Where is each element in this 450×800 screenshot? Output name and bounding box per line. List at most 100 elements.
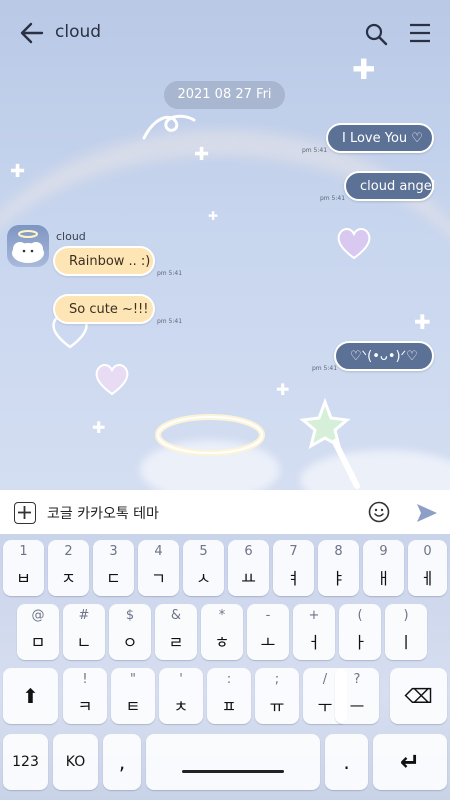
- message-time: pm 5:41: [302, 147, 328, 154]
- key-hint: @: [31, 608, 45, 623]
- enter-icon: ↵: [399, 748, 421, 776]
- key[interactable]: 6ㅛ: [228, 540, 269, 596]
- search-icon[interactable]: [364, 22, 388, 46]
- key[interactable]: 7ㅕ: [273, 540, 314, 596]
- key[interactable]: :ㅍ: [207, 668, 251, 724]
- backspace-key[interactable]: ⌫: [390, 668, 447, 724]
- sparkle-decoration: ✚: [194, 144, 210, 165]
- sparkle-decoration: ✚: [92, 418, 106, 437]
- key-label: ㅣ: [398, 633, 414, 652]
- key-label: ㅎ: [214, 633, 230, 652]
- key-hint: ": [130, 672, 136, 687]
- message-input[interactable]: 코글 카카오톡 테마: [47, 503, 159, 523]
- key[interactable]: -ㅗ: [247, 604, 289, 660]
- spacebar[interactable]: [146, 734, 320, 790]
- attach-button[interactable]: [14, 502, 36, 524]
- key-label: ㅑ: [331, 569, 346, 588]
- key[interactable]: 4ㄱ: [138, 540, 179, 596]
- message-bubble[interactable]: cloud angel: [344, 171, 435, 201]
- message-time: pm 5:41: [320, 195, 346, 202]
- language-key[interactable]: KO: [53, 734, 98, 790]
- key-hint: +: [308, 608, 320, 623]
- swirl-decoration: [142, 114, 196, 140]
- key[interactable]: ; ㅠ: [255, 668, 299, 724]
- message-bubble[interactable]: Rainbow .. :): [53, 246, 155, 276]
- numbers-key[interactable]: 123: [3, 734, 48, 790]
- key[interactable]: + ㅓ: [293, 604, 335, 660]
- period-key[interactable]: .: [325, 734, 368, 790]
- key[interactable]: 8ㅑ: [318, 540, 359, 596]
- key-label: ㅡ: [349, 697, 365, 716]
- key-label: ㄱ: [151, 569, 166, 588]
- key[interactable]: @ ㅁ: [17, 604, 59, 660]
- key-label: ㅊ: [173, 697, 189, 716]
- key-hint: :: [226, 672, 232, 687]
- heart-decoration: [337, 228, 371, 260]
- key-label: ㅏ: [352, 633, 368, 652]
- key-hint: 4: [154, 544, 163, 559]
- halo-decoration: [155, 414, 265, 456]
- key-label: ㅁ: [30, 633, 46, 652]
- key-hint: (: [357, 608, 363, 623]
- key[interactable]: 5ㅅ: [183, 540, 224, 596]
- key-hint: 9: [379, 544, 388, 559]
- enter-key[interactable]: ↵: [373, 734, 447, 790]
- menu-icon[interactable]: [408, 22, 432, 44]
- avatar[interactable]: [7, 225, 49, 267]
- key[interactable]: ! ㅋ: [63, 668, 107, 724]
- key-label: ㅓ: [306, 633, 322, 652]
- key-hint: &: [170, 608, 182, 623]
- back-arrow-icon[interactable]: [18, 20, 46, 46]
- key[interactable]: & ㄹ: [155, 604, 197, 660]
- key-hint: ?: [353, 672, 361, 687]
- send-icon[interactable]: [415, 501, 439, 525]
- shift-icon: ⬆: [22, 684, 39, 708]
- emoji-icon[interactable]: [368, 501, 390, 523]
- message-bubble[interactable]: ♡ᐠ(•ᴗ•)ᐟ♡: [334, 341, 434, 371]
- key-label: ㅌ: [125, 697, 141, 716]
- spacebar-icon: [182, 770, 284, 773]
- message-time: pm 5:41: [157, 270, 183, 277]
- sparkle-decoration: ✚: [208, 209, 219, 223]
- star-wand-decoration: [299, 398, 360, 489]
- chat-background: ✚ ✚ ✚ ✚ ✚ ✚ ✚: [0, 0, 450, 490]
- key[interactable]: $ ㅇ: [109, 604, 151, 660]
- key[interactable]: ) ㅣ: [385, 604, 427, 660]
- key[interactable]: 0ㅔ: [408, 540, 447, 596]
- key[interactable]: 2ㅈ: [48, 540, 89, 596]
- key[interactable]: # ㄴ: [63, 604, 105, 660]
- message-bubble[interactable]: I Love You ♡: [326, 123, 434, 153]
- key[interactable]: * ㅎ: [201, 604, 243, 660]
- key-hint: 8: [334, 544, 343, 559]
- key-label: ㅕ: [286, 569, 301, 588]
- key-hint: 5: [199, 544, 208, 559]
- key-label: ㅔ: [420, 569, 435, 588]
- key-hint: -: [265, 608, 271, 623]
- key[interactable]: ? ㅡ: [335, 668, 379, 724]
- key-label: ,: [118, 750, 126, 774]
- key-hint: 2: [64, 544, 73, 559]
- key[interactable]: 3ㄷ: [93, 540, 134, 596]
- sparkle-decoration: ✚: [276, 380, 290, 399]
- key[interactable]: ' ㅊ: [159, 668, 203, 724]
- key-hint: #: [78, 608, 90, 623]
- key-hint: ): [403, 608, 409, 623]
- key-label: ㅂ: [16, 569, 31, 588]
- key[interactable]: 9ㅐ: [363, 540, 404, 596]
- key-label: ㅗ: [260, 633, 276, 652]
- comma-key[interactable]: ,: [103, 734, 141, 790]
- key-hint: 3: [109, 544, 118, 559]
- key-hint: ': [179, 672, 183, 687]
- sender-name: cloud: [56, 230, 86, 243]
- key[interactable]: " ㅌ: [111, 668, 155, 724]
- key[interactable]: 1ㅂ: [3, 540, 44, 596]
- key[interactable]: (ㅏ: [339, 604, 381, 660]
- key-label: ㄷ: [106, 569, 121, 588]
- key-hint: 7: [289, 544, 298, 559]
- key-label: ㅐ: [376, 569, 391, 588]
- key-hint: *: [218, 608, 226, 623]
- shift-key[interactable]: ⬆: [3, 668, 58, 724]
- key-label: ㅇ: [122, 633, 138, 652]
- key-label: ㅈ: [61, 569, 76, 588]
- message-bubble[interactable]: So cute ~!!!: [53, 294, 155, 324]
